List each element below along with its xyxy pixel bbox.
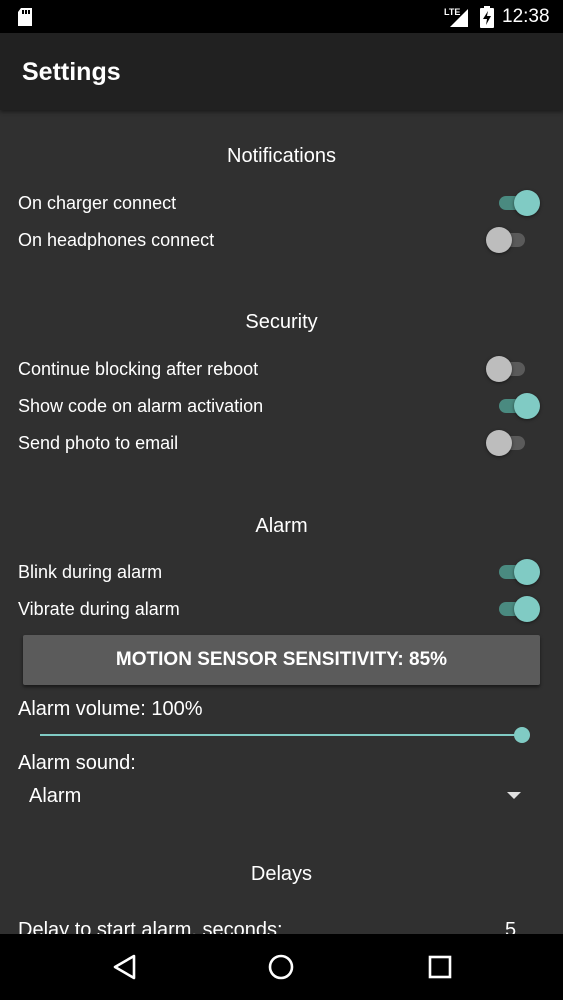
setting-label-blink: Blink during alarm bbox=[18, 562, 163, 582]
section-title-notifications: Notifications bbox=[227, 145, 336, 167]
charger-connect-switch[interactable] bbox=[494, 188, 540, 218]
slider-rail bbox=[40, 734, 522, 736]
status-bar: LTE 12:38 bbox=[0, 0, 563, 33]
home-icon[interactable] bbox=[265, 952, 297, 982]
alarm-sound-label: Alarm sound: bbox=[18, 752, 136, 774]
slider-knob[interactable] bbox=[514, 727, 530, 743]
send-photo-switch[interactable] bbox=[486, 428, 532, 458]
alarm-volume-label: Alarm volume: 100% bbox=[18, 698, 203, 720]
section-title-alarm: Alarm bbox=[255, 515, 308, 537]
recents-icon[interactable] bbox=[424, 952, 456, 982]
alarm-sound-dropdown[interactable]: Alarm bbox=[18, 778, 533, 812]
signal-icon: LTE bbox=[444, 7, 468, 27]
continue-blocking-switch[interactable] bbox=[486, 354, 532, 384]
alarm-volume-slider[interactable] bbox=[40, 724, 530, 746]
setting-label-reboot: Continue blocking after reboot bbox=[18, 359, 259, 379]
settings-list[interactable]: Notifications On charger connect On head… bbox=[0, 110, 563, 934]
navigation-bar bbox=[0, 934, 563, 1000]
app-bar: Settings bbox=[0, 33, 563, 110]
section-title-delays: Delays bbox=[250, 863, 313, 885]
sd-card-icon bbox=[18, 8, 32, 26]
back-icon[interactable] bbox=[108, 952, 140, 982]
clock: 12:38 bbox=[502, 6, 550, 27]
blink-switch[interactable] bbox=[494, 557, 540, 587]
delay-start-label: Delay to start alarm, seconds: bbox=[18, 919, 283, 934]
delay-start-value[interactable]: 5 bbox=[505, 918, 516, 934]
battery-charging-icon bbox=[480, 6, 494, 28]
dropdown-arrow-icon bbox=[507, 792, 521, 799]
setting-label-send-photo: Send photo to email bbox=[18, 433, 179, 453]
show-code-switch[interactable] bbox=[494, 391, 540, 421]
headphones-connect-switch[interactable] bbox=[486, 225, 532, 255]
motion-sensitivity-button[interactable]: MOTION SENSOR SENSITIVITY: 85% bbox=[23, 635, 540, 685]
page-title: Settings bbox=[22, 58, 121, 86]
alarm-sound-value: Alarm bbox=[29, 785, 82, 807]
setting-label-charger: On charger connect bbox=[18, 193, 177, 213]
setting-label-vibrate: Vibrate during alarm bbox=[18, 599, 180, 619]
network-type-label: LTE bbox=[444, 7, 460, 17]
setting-label-show-code: Show code on alarm activation bbox=[18, 396, 264, 416]
section-title-security: Security bbox=[245, 311, 318, 333]
vibrate-switch[interactable] bbox=[494, 594, 540, 624]
setting-label-headphones: On headphones connect bbox=[18, 230, 215, 250]
